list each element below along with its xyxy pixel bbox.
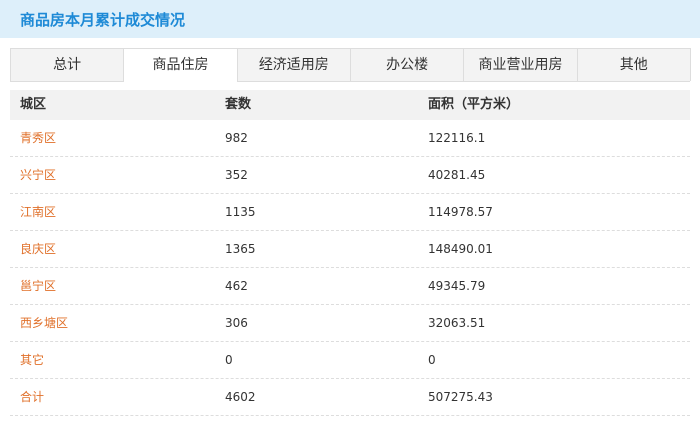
- cell-units: 352: [225, 168, 248, 182]
- column-units: 套数: [225, 97, 252, 112]
- cell-district[interactable]: 西乡塘区: [20, 305, 68, 342]
- table-row: 江南区 1135 114978.57: [10, 194, 690, 231]
- cell-area: 114978.57: [428, 205, 493, 219]
- cell-area: 507275.43: [428, 390, 493, 404]
- table-row: 西乡塘区 306 32063.51: [10, 305, 690, 342]
- cell-area: 148490.01: [428, 242, 493, 256]
- cell-units: 0: [225, 353, 233, 367]
- column-district: 城区: [20, 97, 47, 112]
- cell-area: 0: [428, 353, 436, 367]
- cell-district[interactable]: 青秀区: [20, 120, 56, 157]
- cell-district[interactable]: 其它: [20, 342, 44, 379]
- table-row: 合计 4602 507275.43: [10, 379, 690, 416]
- tab-total[interactable]: 总计: [10, 48, 125, 81]
- table-row: 其它 0 0: [10, 342, 690, 379]
- table-row: 邕宁区 462 49345.79: [10, 268, 690, 305]
- tab-commercial[interactable]: 商业营业用房: [463, 48, 578, 81]
- tab-other[interactable]: 其他: [576, 48, 691, 81]
- cell-units: 1135: [225, 205, 256, 219]
- cell-units: 1365: [225, 242, 256, 256]
- tab-residential[interactable]: 商品住房: [123, 48, 238, 82]
- cell-district[interactable]: 良庆区: [20, 231, 56, 268]
- cell-units: 4602: [225, 390, 256, 404]
- cell-district[interactable]: 江南区: [20, 194, 56, 231]
- table-header: 城区 套数 面积（平方米）: [10, 90, 690, 120]
- cell-units: 982: [225, 131, 248, 145]
- section-header: 商品房本月累计成交情况: [0, 0, 700, 38]
- cell-area: 122116.1: [428, 131, 486, 145]
- cell-district[interactable]: 合计: [20, 379, 44, 416]
- cell-units: 462: [225, 279, 248, 293]
- cell-area: 49345.79: [428, 279, 486, 293]
- table-row: 兴宁区 352 40281.45: [10, 157, 690, 194]
- cell-district[interactable]: 邕宁区: [20, 268, 56, 305]
- cell-area: 32063.51: [428, 316, 486, 330]
- column-area: 面积（平方米）: [428, 97, 520, 112]
- category-tabs: 总计 商品住房 经济适用房 办公楼 商业营业用房 其他: [10, 48, 691, 82]
- section-title: 商品房本月累计成交情况: [20, 11, 186, 29]
- tab-office[interactable]: 办公楼: [349, 48, 465, 81]
- tab-affordable-housing[interactable]: 经济适用房: [236, 48, 351, 81]
- cell-area: 40281.45: [428, 168, 486, 182]
- cell-units: 306: [225, 316, 248, 330]
- cell-district[interactable]: 兴宁区: [20, 157, 56, 194]
- table-row: 青秀区 982 122116.1: [10, 120, 690, 157]
- table-row: 良庆区 1365 148490.01: [10, 231, 690, 268]
